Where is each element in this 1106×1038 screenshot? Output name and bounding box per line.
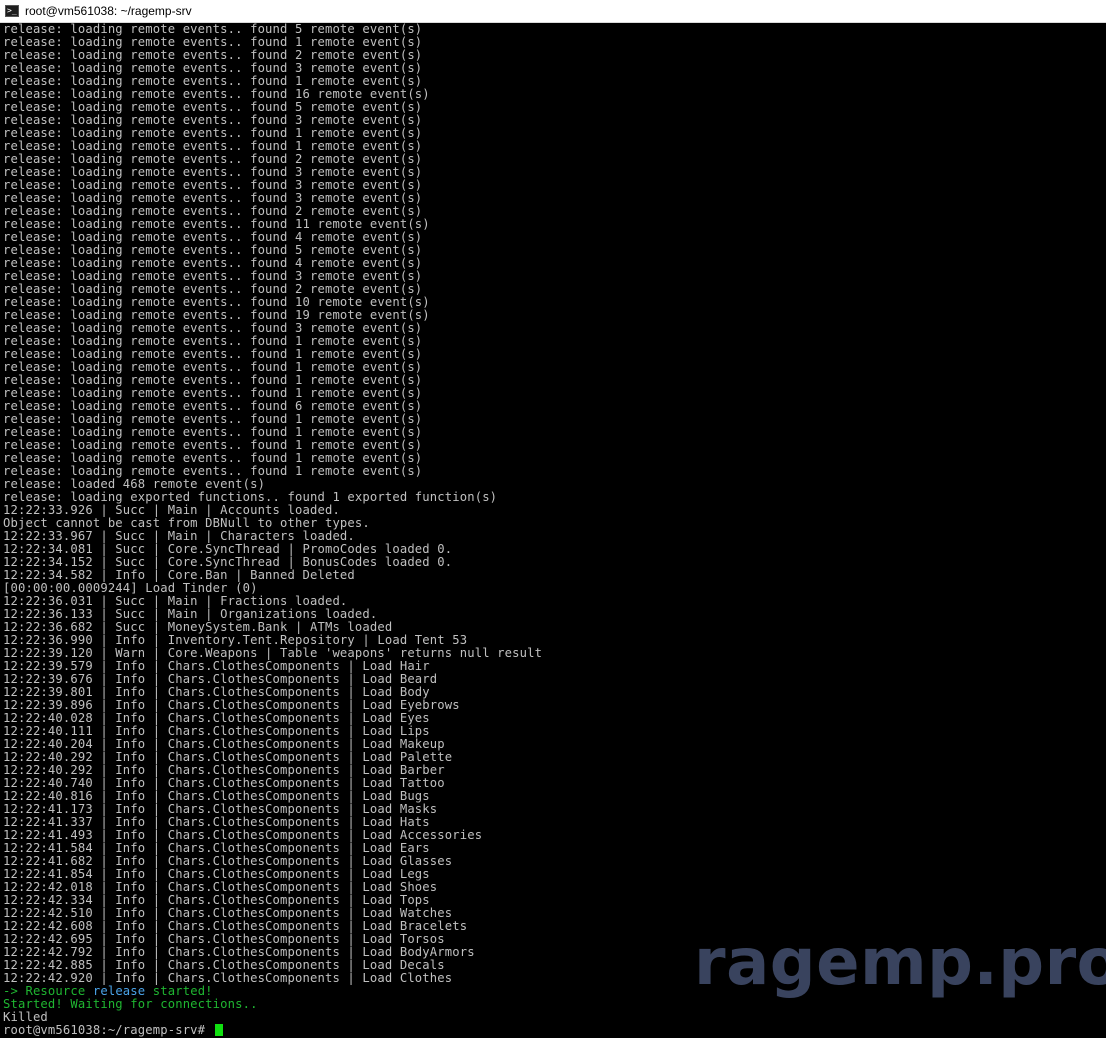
shell-prompt-line[interactable]: root@vm561038:~/ragemp-srv# [3, 1024, 1106, 1037]
window-title: root@vm561038: ~/ragemp-srv [25, 4, 192, 18]
resource-name: release [92, 984, 146, 998]
shell-prompt: root@vm561038:~/ragemp-srv# [3, 1023, 213, 1037]
text-cursor [214, 1024, 223, 1036]
watermark-logo: ragemp.pro [694, 926, 1106, 1000]
terminal-icon: >_ [5, 5, 19, 17]
resource-suffix: started! [145, 984, 213, 998]
terminal-output[interactable]: release: loading remote events.. found 5… [0, 23, 1106, 1038]
log-lines: release: loading remote events.. found 5… [3, 23, 1106, 985]
window-titlebar[interactable]: >_ root@vm561038: ~/ragemp-srv [0, 0, 1106, 23]
resource-prefix: -> Resource [3, 984, 93, 998]
